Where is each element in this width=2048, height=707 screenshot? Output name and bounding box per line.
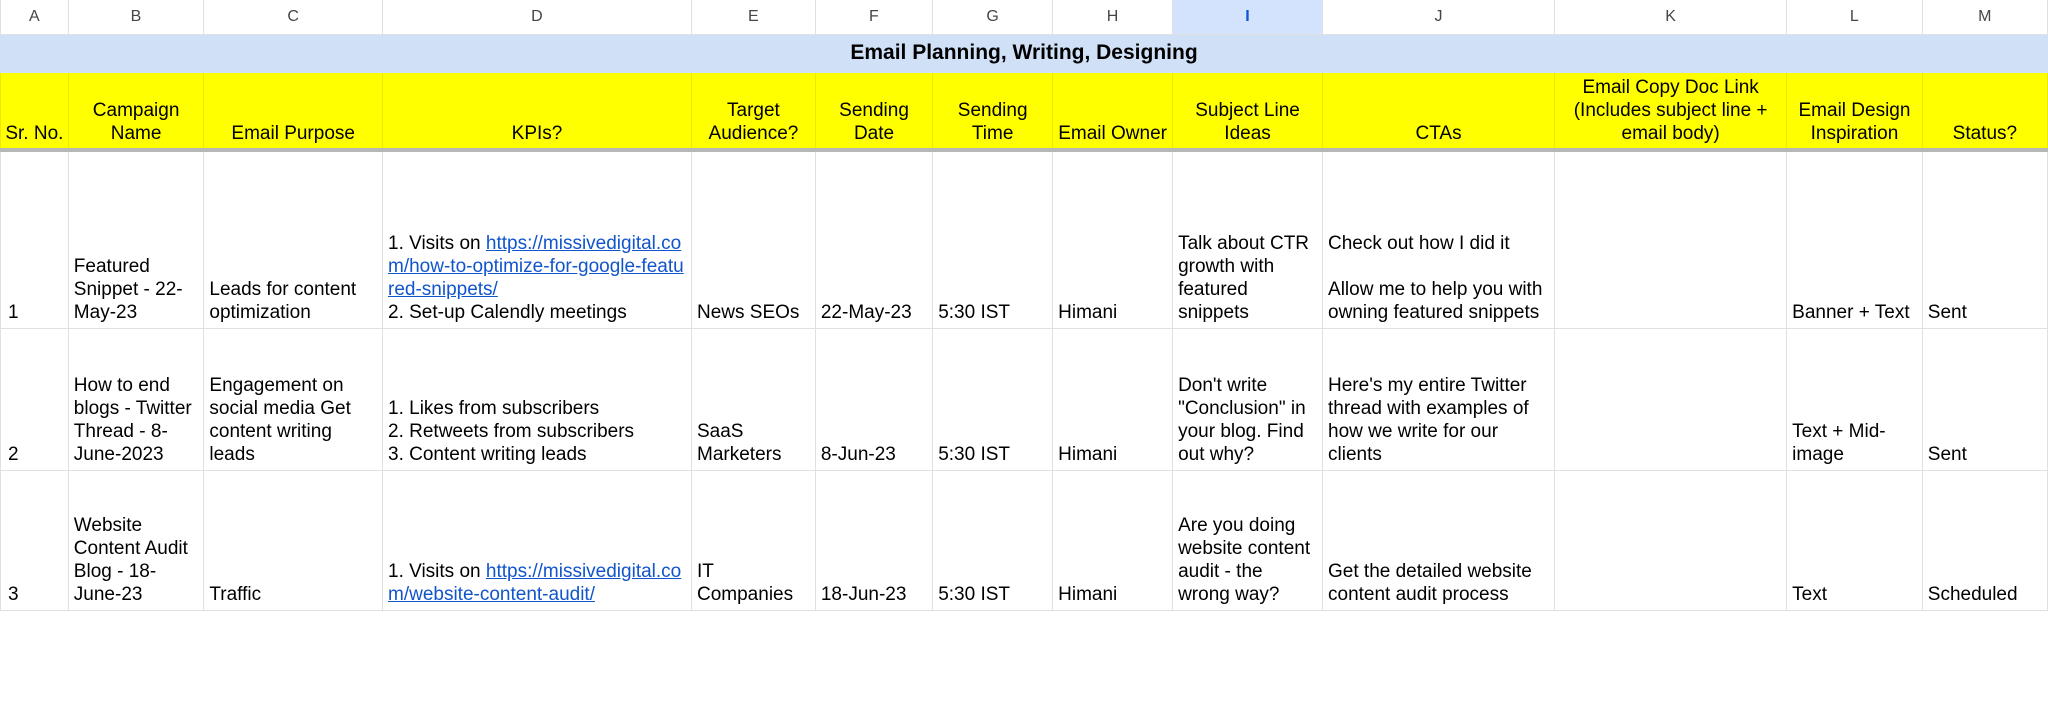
table-row: 1 Featured Snippet - 22-May-23 Leads for…: [0, 149, 2048, 329]
header-cell-email-copy-doc-link[interactable]: Email Copy Doc Link (Includes subject li…: [1554, 71, 1788, 152]
cell-email-design-inspiration[interactable]: Banner + Text: [1786, 149, 1923, 329]
cell-email-copy-doc-link[interactable]: [1554, 149, 1788, 329]
cell-subject-line-ideas[interactable]: Talk about CTR growth with featured snip…: [1172, 149, 1324, 329]
cell-sending-date[interactable]: 18-Jun-23: [814, 469, 934, 611]
cell-subject-line-ideas[interactable]: Don't write "Conclusion" in your blog. F…: [1172, 327, 1324, 471]
column-header-F[interactable]: F: [814, 0, 934, 35]
kpis-suffix-text: 2. Set-up Calendly meetings: [388, 301, 627, 323]
cell-ctas[interactable]: Here's my entire Twitter thread with exa…: [1322, 327, 1556, 471]
cell-campaign-name[interactable]: Featured Snippet - 22-May-23: [67, 149, 205, 329]
column-header-row: A B C D E F G H I J K L M: [0, 0, 2048, 35]
kpis-prefix-text: 1. Visits on: [388, 560, 486, 582]
cell-kpis[interactable]: 1. Likes from subscribers 2. Retweets fr…: [382, 327, 692, 471]
column-header-H[interactable]: H: [1052, 0, 1174, 35]
cell-sending-date[interactable]: 8-Jun-23: [814, 327, 934, 471]
cell-email-copy-doc-link[interactable]: [1554, 469, 1788, 611]
cell-sending-time[interactable]: 5:30 IST: [932, 149, 1054, 329]
header-cell-email-purpose[interactable]: Email Purpose: [203, 71, 383, 152]
header-cell-status[interactable]: Status?: [1921, 71, 2048, 152]
cell-email-purpose[interactable]: Leads for content optimization: [203, 149, 383, 329]
cell-sending-time[interactable]: 5:30 IST: [932, 327, 1054, 471]
cell-sr-no[interactable]: 2: [0, 327, 69, 471]
column-header-I[interactable]: I: [1172, 0, 1324, 35]
cell-email-purpose[interactable]: Traffic: [203, 469, 383, 611]
column-header-K[interactable]: K: [1554, 0, 1788, 35]
cell-target-audience[interactable]: News SEOs: [691, 149, 816, 329]
column-header-A[interactable]: A: [0, 0, 69, 35]
cell-ctas[interactable]: Check out how I did it Allow me to help …: [1322, 149, 1556, 329]
table-row: 3 Website Content Audit Blog - 18-June-2…: [0, 469, 2048, 611]
header-cell-sending-date[interactable]: Sending Date: [814, 71, 934, 152]
cell-target-audience[interactable]: SaaS Marketers: [691, 327, 816, 471]
title-banner-row: Email Planning, Writing, Designing: [0, 33, 2048, 73]
cell-kpis[interactable]: 1. Visits on https://missivedigital.com/…: [382, 149, 692, 329]
table-header-row: Sr. No. Campaign Name Email Purpose KPIs…: [0, 71, 2048, 152]
cell-campaign-name[interactable]: Website Content Audit Blog - 18-June-23: [67, 469, 205, 611]
header-cell-email-owner[interactable]: Email Owner: [1052, 71, 1174, 152]
cell-sending-date[interactable]: 22-May-23: [814, 149, 934, 329]
table-row: 2 How to end blogs - Twitter Thread - 8-…: [0, 327, 2048, 471]
cell-campaign-name[interactable]: How to end blogs - Twitter Thread - 8-Ju…: [67, 327, 205, 471]
cell-status[interactable]: Sent: [1921, 149, 2048, 329]
cell-email-owner[interactable]: Himani: [1052, 149, 1174, 329]
cell-target-audience[interactable]: IT Companies: [691, 469, 816, 611]
column-header-B[interactable]: B: [67, 0, 205, 35]
cell-status[interactable]: Sent: [1921, 327, 2048, 471]
header-cell-sr-no[interactable]: Sr. No.: [0, 71, 69, 152]
cell-email-copy-doc-link[interactable]: [1554, 327, 1788, 471]
cell-sending-time[interactable]: 5:30 IST: [932, 469, 1054, 611]
column-header-L[interactable]: L: [1786, 0, 1923, 35]
header-cell-subject-line-ideas[interactable]: Subject Line Ideas: [1172, 71, 1324, 152]
header-cell-email-design-inspiration[interactable]: Email Design Inspiration: [1786, 71, 1923, 152]
column-header-J[interactable]: J: [1322, 0, 1556, 35]
header-cell-ctas[interactable]: CTAs: [1322, 71, 1556, 152]
cell-sr-no[interactable]: 1: [0, 149, 69, 329]
cell-email-owner[interactable]: Himani: [1052, 469, 1174, 611]
cell-kpis[interactable]: 1. Visits on https://missivedigital.com/…: [382, 469, 692, 611]
column-header-M[interactable]: M: [1921, 0, 2048, 35]
header-cell-kpis[interactable]: KPIs?: [382, 71, 692, 152]
cell-email-design-inspiration[interactable]: Text: [1786, 469, 1923, 611]
kpis-prefix-text: 1. Visits on: [388, 232, 486, 254]
header-cell-sending-time[interactable]: Sending Time: [932, 71, 1054, 152]
column-header-E[interactable]: E: [691, 0, 816, 35]
header-cell-target-audience[interactable]: Target Audience?: [691, 71, 816, 152]
cell-email-owner[interactable]: Himani: [1052, 327, 1174, 471]
cell-email-design-inspiration[interactable]: Text + Mid-image: [1786, 327, 1923, 471]
spreadsheet-grid[interactable]: A B C D E F G H I J K L M Email Planning…: [0, 0, 2048, 707]
sheet-table: A B C D E F G H I J K L M Email Planning…: [0, 0, 2048, 611]
header-cell-campaign-name[interactable]: Campaign Name: [67, 71, 205, 152]
sheet-title-banner[interactable]: Email Planning, Writing, Designing: [0, 33, 2048, 73]
cell-subject-line-ideas[interactable]: Are you doing website content audit - th…: [1172, 469, 1324, 611]
cell-ctas[interactable]: Get the detailed website content audit p…: [1322, 469, 1556, 611]
column-header-G[interactable]: G: [932, 0, 1054, 35]
cell-status[interactable]: Scheduled: [1921, 469, 2048, 611]
column-header-C[interactable]: C: [203, 0, 383, 35]
cell-email-purpose[interactable]: Engagement on social media Get content w…: [203, 327, 383, 471]
column-header-D[interactable]: D: [382, 0, 692, 35]
cell-sr-no[interactable]: 3: [0, 469, 69, 611]
